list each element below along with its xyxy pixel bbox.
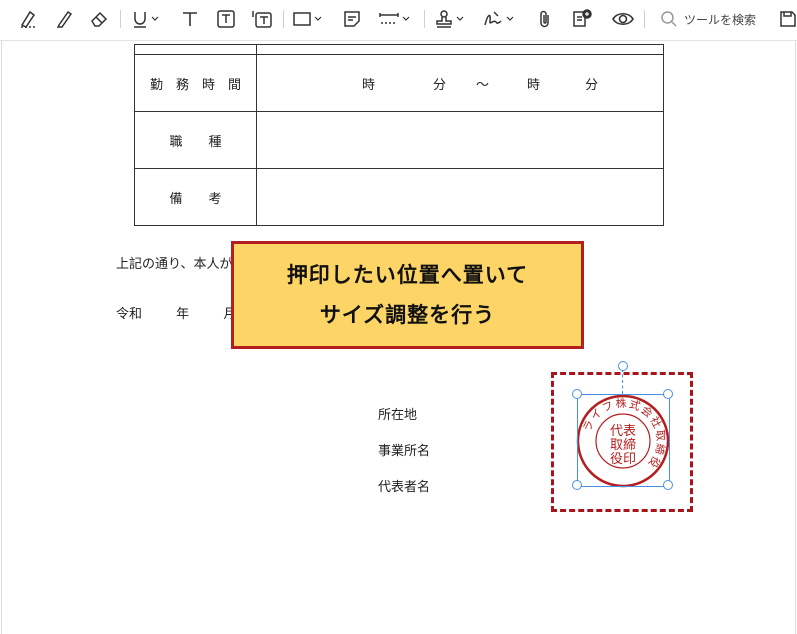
callout-line-1: 押印したい位置へ置いて [286,263,529,287]
value-work-hours[interactable]: 時 分 ～ 時 分 [256,54,664,112]
field-address: 所在地 [378,408,418,423]
resize-handle-bottom-left[interactable] [572,480,582,490]
label-work-hours: 勤 務 時 間 [134,54,257,112]
add-comment-icon[interactable] [571,8,593,30]
instruction-callout: 押印したい位置へ置いて サイズ調整を行う [231,241,584,349]
rectangle-icon[interactable] [292,8,322,30]
text-icon[interactable] [181,8,199,30]
time-hour-label: 時 [362,77,376,93]
chevron-down-icon [506,16,514,21]
highlight-area-icon[interactable] [18,8,40,30]
sticky-note-icon[interactable] [342,8,362,30]
resize-handle-bottom-right[interactable] [663,480,673,490]
search-label: ツールを検索 [684,12,757,27]
chevron-down-icon [314,16,322,21]
separator [120,10,121,28]
page-edge-left [1,41,2,634]
eraser-icon[interactable] [89,8,109,30]
rotate-handle[interactable] [618,361,628,371]
attach-icon[interactable] [536,8,554,30]
save-icon[interactable] [779,8,797,30]
separator [424,10,425,28]
era-label: 令和 [116,307,143,322]
label-occupation: 職 種 [134,111,257,169]
text-field-icon[interactable] [251,8,273,30]
measure-icon[interactable] [378,8,410,30]
underline-icon[interactable] [131,8,159,30]
year-label: 年 [176,307,190,322]
resize-handle-top-right[interactable] [663,389,673,399]
chevron-down-icon [151,16,159,21]
field-representative: 代表者名 [378,480,431,495]
pencil-icon[interactable] [54,8,74,30]
separator [283,10,284,28]
chevron-down-icon [402,16,410,21]
table-cell [134,44,257,55]
search-tools[interactable]: ツールを検索 [660,8,756,30]
time-minute-label: 分 [433,77,447,93]
resize-handle-top-left[interactable] [572,389,582,399]
form-table: 勤 務 時 間 時 分 ～ 時 分 職 種 備 考 [134,44,664,226]
time-range-tilde: ～ [476,77,490,93]
label-remarks: 備 考 [134,168,257,226]
time-minute-label: 分 [585,77,599,93]
table-row [134,44,664,55]
textbox-icon[interactable] [216,8,236,30]
table-row-work-hours: 勤 務 時 間 時 分 ～ 時 分 [134,54,664,112]
selection-frame[interactable] [577,394,670,487]
page-edge-right [795,41,796,634]
stamp-icon[interactable] [434,8,464,30]
table-row-remarks: 備 考 [134,168,664,226]
value-remarks[interactable] [256,168,664,226]
rotate-line [622,369,623,394]
signature-icon[interactable] [482,8,514,30]
callout-line-2: サイズ調整を行う [319,303,496,327]
toolbar: ツールを検索 [0,0,797,41]
separator [644,10,645,28]
value-occupation[interactable] [256,111,664,169]
table-row-occupation: 職 種 [134,111,664,169]
search-icon [661,11,677,27]
chevron-down-icon [456,16,464,21]
time-hour-label: 時 [527,77,541,93]
table-cell [256,44,664,55]
eye-icon[interactable] [611,8,635,30]
field-company-name: 事業所名 [378,444,431,459]
